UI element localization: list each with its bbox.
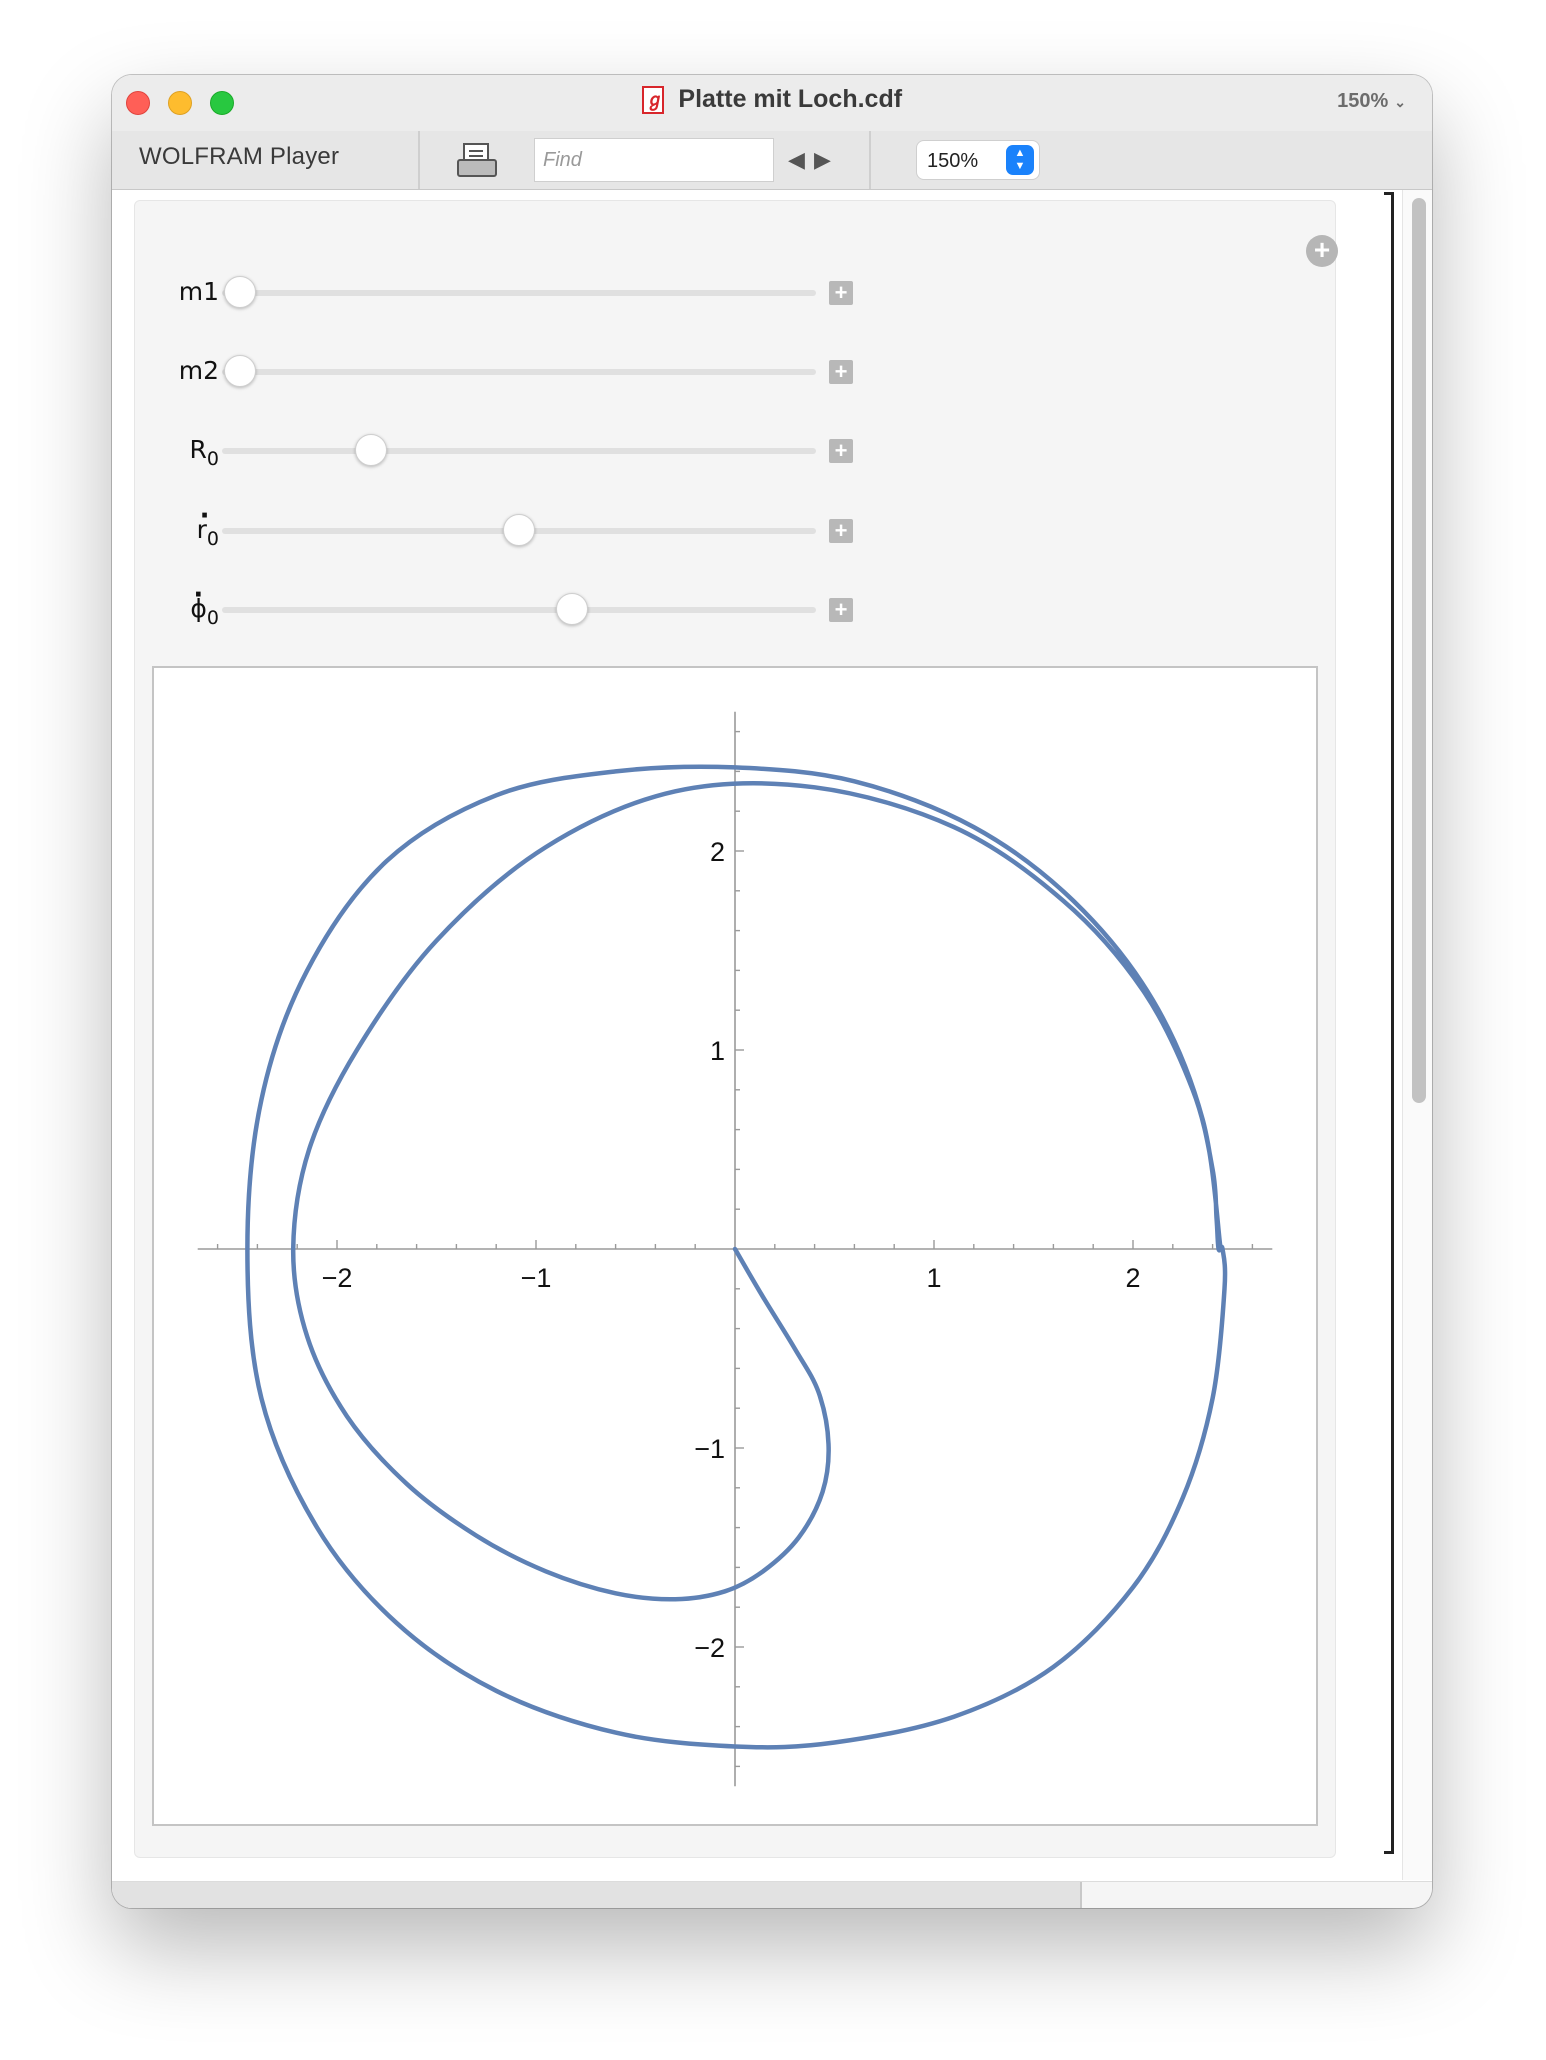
slider-row: R0 + [135, 427, 895, 477]
slider-thumb[interactable] [223, 276, 256, 308]
plot-canvas: −2 −1 1 2 −2 −1 1 2 [197, 711, 1273, 1787]
y-tick-label: −2 [694, 1633, 725, 1663]
notebook-content: + m1 + m2 + R0 + r · 0 + ϕ · 0 + −2 −1 1 2 −2 −1 1 2 [112, 190, 1402, 1880]
trajectory-curve [245, 764, 1228, 1750]
title-bar: ℊ Platte mit Loch.cdf 150% ⌄ [112, 75, 1432, 131]
zoom-select[interactable]: 150% ▲ ▼ [916, 140, 1040, 180]
find-input[interactable] [534, 138, 774, 182]
wolfram-player-logo: WOLFRAM Player [139, 143, 340, 170]
slider-thumb[interactable] [556, 593, 589, 625]
zoom-menu[interactable]: 150% ⌄ [1337, 90, 1406, 113]
x-tick-label: −2 [322, 1263, 353, 1293]
slider-row: ϕ · 0 + [135, 580, 895, 636]
cdf-document-icon: ℊ [641, 85, 664, 114]
plus-square-icon[interactable]: + [829, 281, 853, 305]
x-tick-label: 2 [1125, 1263, 1140, 1293]
plus-square-icon[interactable]: + [829, 439, 853, 463]
plus-square-icon[interactable]: + [829, 519, 853, 543]
slider-track[interactable] [222, 434, 816, 466]
slider-track[interactable] [222, 593, 816, 625]
chevron-down-icon: ⌄ [1394, 94, 1406, 110]
time-derivative-dot: · [193, 580, 204, 610]
time-derivative-dot: · [199, 501, 210, 531]
zoom-menu-value: 150% [1337, 90, 1389, 112]
x-tick-label: 1 [926, 1263, 941, 1293]
cell-bracket[interactable] [1382, 192, 1394, 1854]
slider-track[interactable] [222, 276, 816, 308]
plus-circle-icon[interactable]: + [1306, 235, 1338, 267]
manipulate-panel: + m1 + m2 + R0 + r · 0 + ϕ · 0 + −2 −1 1 2 −2 −1 1 2 [134, 200, 1338, 1858]
slider-track[interactable] [222, 514, 816, 546]
slider-track[interactable] [222, 355, 816, 387]
x-tick-label: −1 [521, 1263, 552, 1293]
player-window: ℊ Platte mit Loch.cdf 150% ⌄ WOLFRAM Play… [112, 75, 1432, 1908]
slider-label: r · 0 [196, 501, 219, 550]
y-tick-label: 1 [710, 1036, 725, 1066]
y-tick-label: 2 [710, 837, 725, 867]
y-tick-label: −1 [694, 1434, 725, 1464]
trajectory-plot: −2 −1 1 2 −2 −1 1 2 [152, 666, 1318, 1826]
plus-square-icon[interactable]: + [829, 598, 853, 622]
window-title: Platte mit Loch.cdf [678, 85, 903, 113]
find-next-button[interactable]: ▶ [814, 147, 831, 173]
slider-label: m2 [178, 356, 219, 385]
slider-label: ϕ · 0 [190, 580, 219, 629]
vertical-scrollbar[interactable] [1402, 190, 1432, 1880]
slider-thumb[interactable] [354, 434, 387, 466]
slider-thumb[interactable] [503, 514, 535, 546]
slider-row: m1 + [135, 269, 895, 319]
toolbar-divider [869, 131, 871, 189]
find-previous-button[interactable]: ◀ [788, 147, 805, 173]
slider-row: m2 + [135, 348, 895, 398]
up-down-stepper-icon: ▲ ▼ [1006, 145, 1034, 175]
horizontal-scroll-thumb[interactable] [112, 1882, 1082, 1908]
toolbar-divider [418, 131, 420, 189]
slider-thumb[interactable] [223, 355, 256, 387]
zoom-select-value: 150% [927, 150, 979, 172]
horizontal-scrollbar[interactable] [112, 1881, 1432, 1908]
toolbar: WOLFRAM Player ◀ ▶ 150% ▲▼ [112, 131, 1432, 190]
slider-label: m1 [178, 277, 219, 306]
slider-label: R0 [189, 435, 219, 470]
print-button[interactable] [457, 143, 497, 179]
vertical-scroll-thumb[interactable] [1412, 198, 1426, 1103]
slider-row: r · 0 + [135, 501, 895, 557]
plus-square-icon[interactable]: + [829, 360, 853, 384]
